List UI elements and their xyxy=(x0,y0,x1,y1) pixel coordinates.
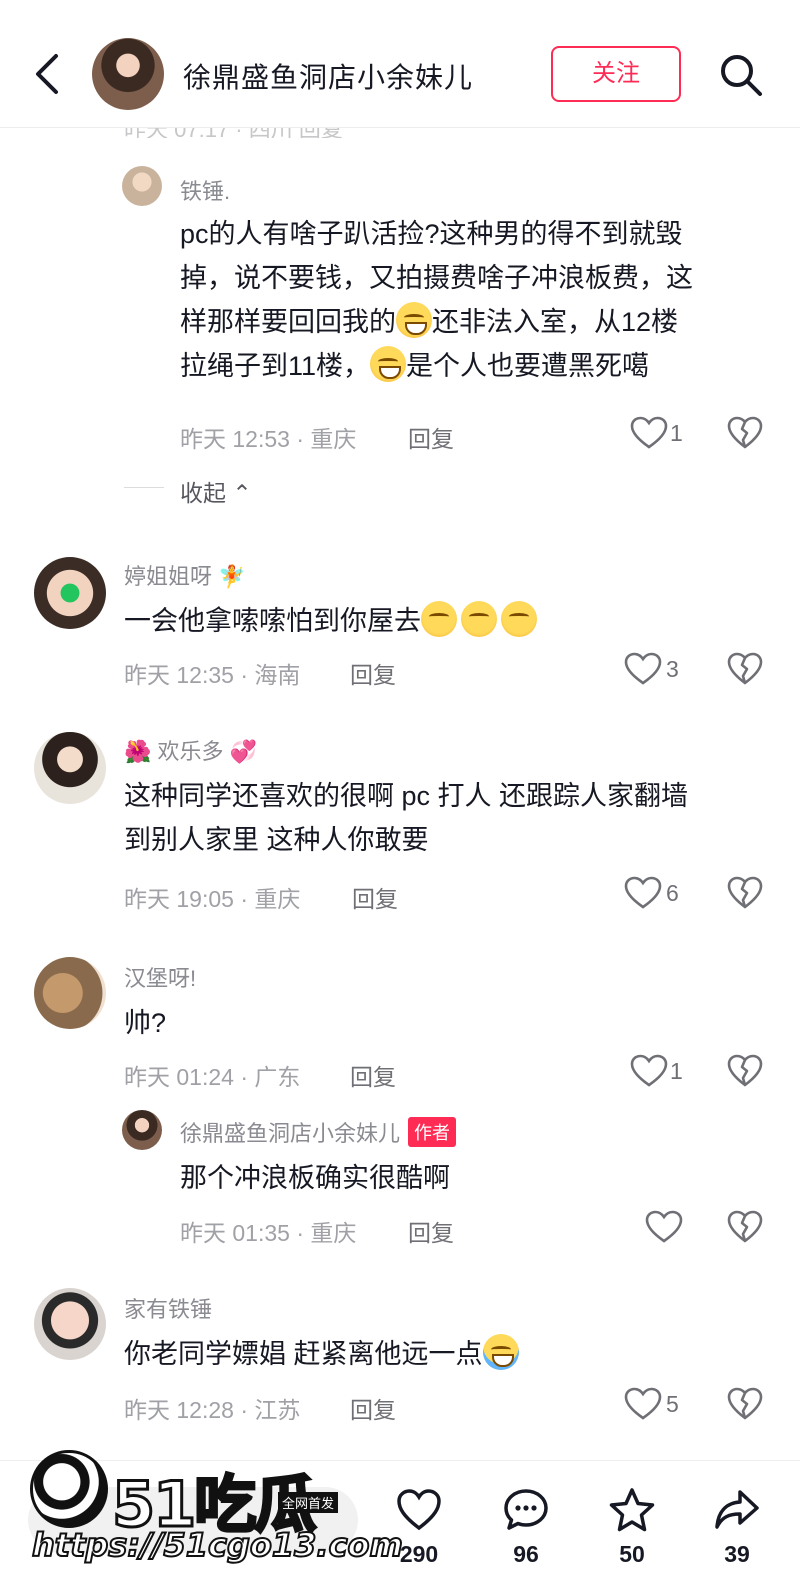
comment-bubble-icon[interactable] xyxy=(503,1487,549,1533)
comment-text-segment: 你老同学嫖娼 赶紧离他远一点 xyxy=(124,1339,483,1369)
share-arrow-icon[interactable] xyxy=(714,1487,760,1533)
comment-username[interactable]: 铁锤. xyxy=(180,174,230,206)
crying-emoji-icon xyxy=(482,1334,519,1370)
comment-text-segment: 拉绳子到11楼， xyxy=(180,351,371,381)
search-button[interactable] xyxy=(718,52,764,98)
comment-time-location: 昨天 01:35 · 重庆 xyxy=(180,1220,357,1246)
smirk-emoji-icon xyxy=(501,601,537,637)
reply-button[interactable]: 回复 xyxy=(408,420,454,454)
comment-total: 96 xyxy=(513,1541,539,1567)
watermark-mascot-icon xyxy=(30,1450,108,1528)
back-arrow-icon xyxy=(36,54,58,94)
avatar[interactable] xyxy=(34,557,106,629)
comment-text-line: 掉，说不要钱，又拍摄费啥子冲浪板费，这 xyxy=(180,263,693,293)
comment-time-location: 昨天 01:24 · 广东 xyxy=(124,1064,301,1090)
author-avatar[interactable] xyxy=(92,38,164,110)
comment-text-line: 样那样要回回我的 还非法入室，从12楼 xyxy=(180,300,770,344)
comment-text-line: pc的人有啥子趴活捡?这种男的得不到就毁 xyxy=(180,219,683,249)
comment-time-location: 昨天 12:35 · 海南 xyxy=(124,662,301,688)
like-count: 3 xyxy=(666,656,679,682)
comment-text: 你老同学嫖娼 赶紧离他远一点 xyxy=(124,1332,764,1376)
reply-button[interactable]: 回复 xyxy=(350,656,396,690)
chevron-up-icon: ⌃ xyxy=(232,480,252,506)
comment-time-location: 昨天 12:28 · 江苏 xyxy=(124,1397,301,1423)
avatar[interactable] xyxy=(34,1288,106,1360)
avatar[interactable] xyxy=(34,957,106,1029)
reply-button[interactable]: 回复 xyxy=(350,1058,396,1092)
grin-sweat-emoji-icon xyxy=(396,302,432,338)
broken-heart-icon[interactable] xyxy=(727,1054,763,1088)
heart-emoji-icon: 💞 xyxy=(229,739,258,764)
share-total: 39 xyxy=(724,1541,750,1567)
heart-icon[interactable] xyxy=(630,1054,668,1088)
heart-icon[interactable] xyxy=(624,1387,662,1421)
heart-icon[interactable] xyxy=(624,652,662,686)
comment-text-segment: 是个人也要遭黑死噶 xyxy=(406,351,650,381)
collapse-button[interactable]: 收起 ⌃ xyxy=(180,474,252,508)
comment-username[interactable]: 🌺 欢乐多 💞 xyxy=(124,734,257,766)
comment-username[interactable]: 婷姐姐呀 🧚 xyxy=(124,559,246,591)
comment-text-line: 拉绳子到11楼， 是个人也要遭黑死噶 xyxy=(180,344,770,388)
comment-username[interactable]: 家有铁锤 xyxy=(124,1292,212,1324)
star-icon[interactable] xyxy=(609,1487,655,1533)
search-icon xyxy=(721,55,762,96)
reply-button[interactable]: 回复 xyxy=(352,880,398,914)
heart-icon[interactable] xyxy=(630,416,668,450)
broken-heart-icon[interactable] xyxy=(727,1210,763,1244)
heart-icon[interactable] xyxy=(624,876,662,910)
comment-text-line: 这种同学还喜欢的很啊 pc 打人 还跟踪人家翻墙 xyxy=(124,781,689,811)
broken-heart-icon[interactable] xyxy=(727,1387,763,1421)
reply-button[interactable]: 回复 xyxy=(350,1391,396,1425)
collapse-label: 收起 xyxy=(180,480,226,506)
favorite-total: 50 xyxy=(619,1541,645,1567)
comment-username[interactable]: 汉堡呀! xyxy=(124,961,196,993)
grin-sweat-emoji-icon xyxy=(370,346,407,382)
comment-text-segment: 样那样要回回我的 xyxy=(180,307,396,337)
top-bar: 徐鼎盛鱼洞店小余妹儿 关注 xyxy=(0,0,800,128)
comment-text: 一会他拿嗦嗦怕到你屋去 xyxy=(124,599,764,643)
comment-text: 这种同学还喜欢的很啊 pc 打人 还跟踪人家翻墙 到别人家里 这种人你敢要 xyxy=(124,774,774,862)
comment-text-segment: 还非法入室，从12楼 xyxy=(432,307,679,337)
comment-time-location: 昨天 12:53 · 重庆 xyxy=(180,426,357,452)
avatar[interactable] xyxy=(34,732,106,804)
like-count: 6 xyxy=(666,880,679,906)
avatar[interactable] xyxy=(122,166,162,206)
comment-text-segment: 一会他拿嗦嗦怕到你屋去 xyxy=(124,606,421,636)
reply-button[interactable]: 回复 xyxy=(408,1214,454,1248)
comment-text: pc的人有啥子趴活捡?这种男的得不到就毁 掉，说不要钱，又拍摄费啥子冲浪板费，这… xyxy=(180,212,770,388)
fairy-emoji-icon: 🧚 xyxy=(218,564,246,589)
follow-button[interactable]: 关注 xyxy=(551,46,681,102)
heart-icon[interactable] xyxy=(645,1210,683,1244)
username-text: 婷姐姐呀 xyxy=(124,564,213,589)
comment-text: 帅? xyxy=(124,1008,167,1038)
watermark: 51吃瓜 全网首发 https://51cgo13.com xyxy=(20,1440,404,1570)
smirk-emoji-icon xyxy=(421,601,457,637)
comment-text-line: 到别人家里 这种人你敢要 xyxy=(124,825,429,855)
like-count: 5 xyxy=(666,1391,679,1417)
watermark-tag: 全网首发 xyxy=(278,1492,339,1513)
comment-text: 那个冲浪板确实很酷啊 xyxy=(180,1163,450,1193)
back-button[interactable] xyxy=(30,50,66,98)
comment-time-location: 昨天 19:05 · 重庆 xyxy=(124,886,301,912)
broken-heart-icon[interactable] xyxy=(727,416,763,450)
collapse-divider xyxy=(124,487,164,488)
avatar[interactable] xyxy=(122,1110,162,1150)
broken-heart-icon[interactable] xyxy=(727,876,763,910)
watermark-url: https://51cgo13.com xyxy=(31,1525,404,1565)
hibiscus-emoji-icon: 🌺 xyxy=(124,739,152,764)
like-count: 1 xyxy=(670,420,683,446)
comment-username[interactable]: 徐鼎盛鱼洞店小余妹儿 作者 xyxy=(180,1116,457,1148)
author-name[interactable]: 徐鼎盛鱼洞店小余妹儿 xyxy=(183,56,473,96)
broken-heart-icon[interactable] xyxy=(727,652,763,686)
like-count: 1 xyxy=(670,1058,683,1084)
author-badge: 作者 xyxy=(408,1117,457,1147)
username-text: 欢乐多 xyxy=(157,739,224,764)
smirk-emoji-icon xyxy=(461,601,497,637)
username-text: 徐鼎盛鱼洞店小余妹儿 xyxy=(180,1121,401,1146)
